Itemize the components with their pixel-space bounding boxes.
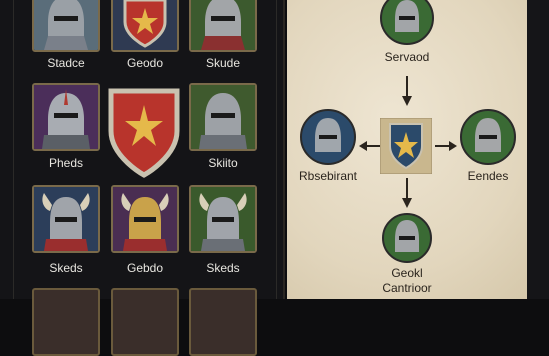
roster-slot-6[interactable] [189, 83, 257, 151]
roster-slot-3[interactable] [189, 0, 257, 52]
unit-roster-panel: Stadce Geodo Skude Pheds Skiito Skeds Ge… [0, 0, 285, 356]
shield-star-icon [379, 117, 433, 175]
knight-helmet-icon [300, 109, 356, 165]
roster-slot-12[interactable] [189, 288, 257, 356]
tree-node-right[interactable] [459, 108, 517, 171]
roster-slot-7[interactable] [32, 185, 100, 253]
roster-slot-5[interactable] [105, 83, 183, 179]
roster-slot-8[interactable] [111, 185, 179, 253]
tree-label-left: Rbsebirant [298, 169, 358, 183]
roster-label-6: Skiito [208, 156, 238, 170]
knight-helmet-icon [191, 85, 255, 149]
roster-slot-4[interactable] [32, 83, 100, 151]
arrow-right-icon [435, 141, 457, 151]
tree-node-left[interactable] [299, 108, 357, 171]
horned-helmet-icon [34, 187, 98, 251]
arrow-down-icon [402, 76, 412, 106]
roster-slot-2[interactable] [111, 0, 179, 52]
knight-helmet-icon [380, 0, 434, 45]
roster-label-2: Geodo [126, 56, 164, 70]
arrow-left-icon [359, 141, 381, 151]
roster-slot-10[interactable] [32, 288, 100, 356]
roster-slot-9[interactable] [189, 185, 257, 253]
roster-label-7: Skeds [49, 261, 83, 275]
roster-label-9: Skeds [206, 261, 240, 275]
roster-label-1: Stadce [47, 56, 85, 70]
tree-node-center[interactable] [379, 117, 433, 179]
tree-label-top: Servaod [384, 50, 430, 64]
roster-label-4: Pheds [48, 156, 84, 170]
upgrade-tree-panel: Servaod Rbsebirant Eendes Geokl Cantrioo… [287, 0, 549, 299]
tree-label-bottom-1: Geokl [391, 266, 423, 280]
shield-star-icon [108, 88, 180, 178]
roster-slot-1[interactable] [32, 0, 100, 52]
knight-helmet-icon [34, 85, 98, 149]
right-scroll-edge [527, 0, 549, 299]
tree-node-bottom[interactable] [381, 212, 433, 269]
knight-helmet-icon [191, 0, 255, 50]
knight-helmet-icon [34, 0, 98, 50]
roster-slot-11[interactable] [111, 288, 179, 356]
tree-label-bottom-2: Cantrioor [382, 281, 432, 295]
shield-star-icon [113, 0, 177, 50]
arrow-down-icon [402, 178, 412, 208]
knight-helmet-icon [382, 213, 432, 263]
roster-label-3: Skude [205, 56, 241, 70]
horned-helmet-icon [191, 187, 255, 251]
roster-label-8: Gebdo [126, 261, 164, 275]
knight-helmet-icon [460, 109, 516, 165]
tree-node-top[interactable] [379, 0, 435, 51]
horned-helmet-icon [113, 187, 177, 251]
